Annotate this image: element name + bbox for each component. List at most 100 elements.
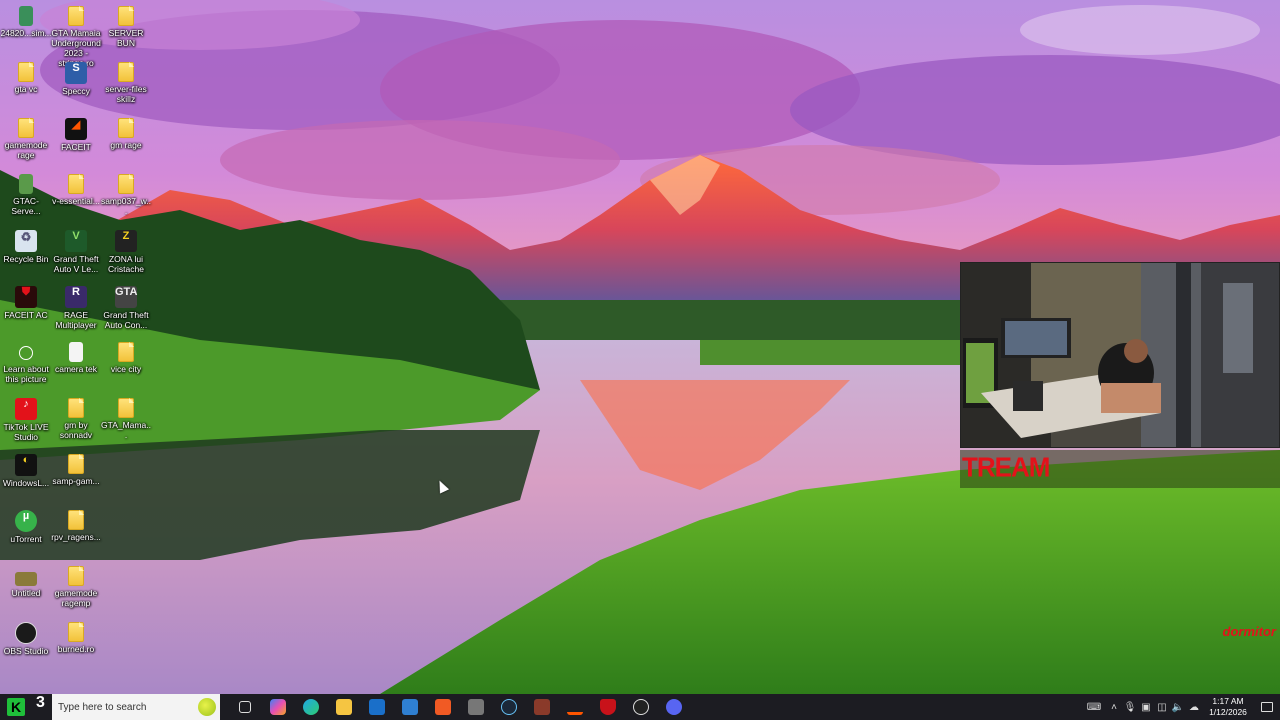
volume-button[interactable]: 🔈 [1170,694,1186,720]
obs-taskbar-button[interactable] [624,694,657,720]
desktop-icon-gamemode-ragemp[interactable]: gamemode ragemp [50,566,102,608]
clock-date: 1/12/2026 [1209,707,1247,717]
desktop-icon-label: uTorrent [10,534,42,544]
desktop-icon-rage-mp[interactable]: R RAGE Multiplayer [50,286,102,330]
microphone-button[interactable]: 🎙 [1122,694,1138,720]
system-tray: ⌨ ˄ 🎙 ▣ ◫ 🔈 ☁ 1:17 AM 1/12/2026 [1082,694,1280,720]
start-badge: 3 [36,694,45,711]
shield-icon [599,699,616,715]
corner-label: dormitor [1222,624,1276,639]
network-button[interactable]: ◫ [1154,694,1170,720]
search-placeholder: Type here to search [58,701,147,713]
desktop-icon-samp-gam[interactable]: samp-gam... [50,454,102,486]
stream-label: TREAM [962,451,1050,483]
desktop-icon-label: FACEIT [61,142,91,152]
file-explorer-button[interactable] [327,694,360,720]
start-logo-icon: K [7,698,25,716]
desktop-icon-label: vice city [110,364,142,374]
desktop-icon-gta-vc[interactable]: gta vc [0,62,52,94]
desktop-icon-rpv-ragens[interactable]: rpv_ragens... [50,510,102,542]
desktop-icon-gta-con[interactable]: GTA Grand Theft Auto Con... [100,286,152,330]
steam-button[interactable] [492,694,525,720]
desktop-icon-gm-rage[interactable]: gm rage [100,118,152,150]
store-button[interactable] [393,694,426,720]
start-button[interactable]: K [0,694,32,720]
discord-button[interactable] [657,694,690,720]
task-view-button[interactable] [228,694,261,720]
folder-icon [118,342,134,362]
desktop-icon-faceit-ac[interactable]: ⛊ FACEIT AC [0,286,52,320]
gta-con-icon: GTA [115,286,137,308]
folder-icon [118,398,134,418]
edge-button[interactable] [294,694,327,720]
desktop-icon-camera-tek[interactable]: camera tek [50,342,102,374]
desktop-icon-recycle-bin[interactable]: ♻ Recycle Bin [0,230,52,264]
keyboard-icon: ⌨ [1086,701,1102,713]
desktop-icon-server-bun[interactable]: SERVER BUN [100,6,152,48]
desktop-icon-windows-loader[interactable]: ◐ WindowsL... [0,454,52,488]
rage-mp-icon: R [65,286,87,308]
desktop-icon-label: OBS Studio [3,646,49,656]
desktop-icon-sim[interactable]: 24820...sim... [0,6,52,38]
taskbar-clock[interactable]: 1:17 AM 1/12/2026 [1202,696,1254,718]
desktop-icon-burned[interactable]: burned.ro [50,622,102,654]
shield-button[interactable] [591,694,624,720]
desktop-icon-v-essential[interactable]: v-essential... [50,174,102,206]
desktop-icon-samp037[interactable]: samp037_w... [100,174,152,216]
tray-app-icon: ▣ [1141,701,1151,713]
desktop-icon-label: Grand Theft Auto V Le... [53,254,99,274]
desktop-icon-obs[interactable]: OBS Studio [0,622,52,656]
folder-icon [68,510,84,530]
desktop-icon-label: gm rage [110,140,142,150]
desktop-icon-gtac-server[interactable]: GTAC-Serve... [0,174,52,216]
onedrive-button[interactable]: ☁ [1186,694,1202,720]
desktop-icon-utorrent[interactable]: µ uTorrent [0,510,52,544]
desktop-icon-label: gamemode ragemp [54,588,98,608]
desktop-icon-untitled[interactable]: Untitled [0,566,52,598]
tray-app-button[interactable]: ▣ [1138,694,1154,720]
desktop-icon-label: TikTok LIVE Studio [3,422,49,442]
chevron-up-icon: ˄ [1111,701,1117,713]
faceit-taskbar-button[interactable] [558,694,591,720]
desktop-icon-label: camera tek [54,364,98,374]
folder-icon [18,118,34,138]
desktop-icon-label: gm by sonnadv [59,420,93,440]
folder-icon [68,622,84,642]
desktop-icon-label: FACEIT AC [4,310,48,320]
game-icon [533,699,550,715]
zona-icon: Z [115,230,137,252]
desktop-icon-vice-city[interactable]: vice city [100,342,152,374]
copilot-button[interactable] [261,694,294,720]
search-highlight-icon [198,698,216,716]
desktop-icon-gta-v[interactable]: V Grand Theft Auto V Le... [50,230,102,274]
desktop-icon-faceit[interactable]: ◢ FACEIT [50,118,102,152]
desktop-icon-label: Speccy [62,86,90,96]
desktop-icon-label: 24820...sim... [0,28,52,38]
tiktok-live-icon: ♪ [15,398,37,420]
taskbar-search-box[interactable]: Type here to search [52,694,220,720]
game-button[interactable] [525,694,558,720]
folder-icon [68,174,84,194]
desktop-icon-label: server-files skillz [105,84,147,104]
notification-button[interactable] [1254,694,1280,720]
desktop-icon-gm-sonnadv[interactable]: gm by sonnadv [50,398,102,440]
desktop-icon-speccy[interactable]: S Speccy [50,62,102,96]
desktop-icon-gta-mama[interactable]: GTA_Mama... [100,398,152,440]
notification-icon [1261,702,1273,712]
desktop-icon-zona[interactable]: Z ZONA lui Cristache [100,230,152,274]
keyboard-button[interactable]: ⌨ [1082,694,1106,720]
show-hidden-icons-button[interactable]: ˄ [1106,694,1122,720]
desktop-icon-learn-picture[interactable]: Learn about this picture [0,342,52,384]
samp-icon [118,174,134,194]
brave-button[interactable] [426,694,459,720]
file-explorer-icon [335,699,352,715]
gta-iv-button[interactable] [459,694,492,720]
desktop-icon-gta-mamaia[interactable]: GTA Mamaia Underground 2023 - stringe.ro [50,6,102,68]
desktop-icon-gamemode-rage[interactable]: gamemode rage [0,118,52,160]
desktop-icon-server-files[interactable]: server-files skillz [100,62,152,104]
faceit-icon [566,699,583,715]
desktop-icon-tiktok-live[interactable]: ♪ TikTok LIVE Studio [0,398,52,442]
outlook-button[interactable] [360,694,393,720]
copilot-icon [269,699,286,715]
desktop-icon-label: gta vc [14,84,38,94]
